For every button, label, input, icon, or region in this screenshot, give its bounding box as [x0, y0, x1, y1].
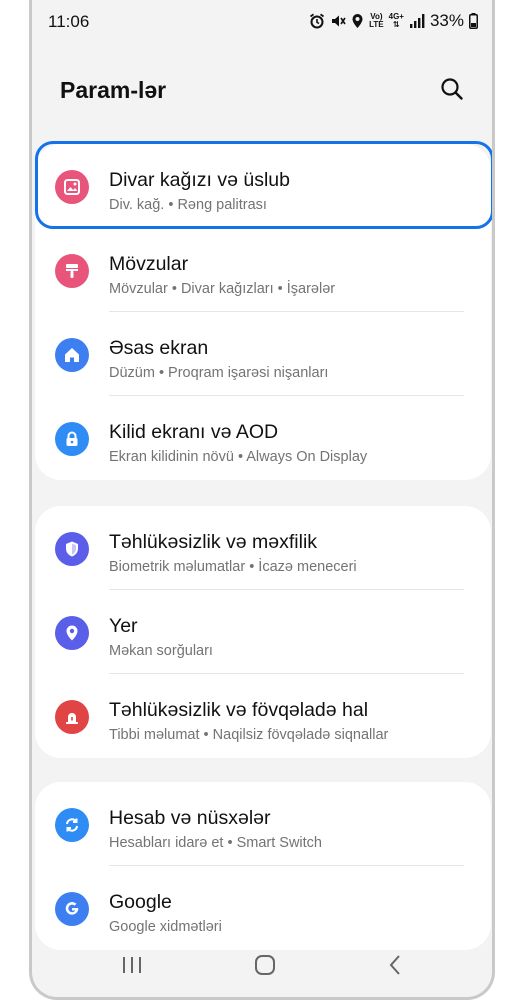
item-subtitle: Tibbi məlumat • Naqilsiz fövqəladə siqna…	[109, 727, 389, 743]
item-subtitle: Mövzular • Divar kağızları • İşarələr	[109, 281, 336, 297]
mute-icon	[330, 13, 346, 29]
sync-icon	[55, 808, 89, 842]
lock-icon	[55, 422, 89, 456]
status-icons: Vo) LTE 4G+ ⇅ 33%	[309, 11, 478, 31]
settings-group-security: Təhlükəsizlik və məxfilik Biometrik məlu…	[35, 506, 491, 758]
page-title: Param-lər	[60, 77, 167, 103]
location-pin-icon	[55, 616, 89, 650]
phone-screen: 11:06 Vo) LTE 4G+ ⇅ 33% Param-lər Divar …	[29, 0, 495, 1000]
item-subtitle: Biometrik məlumatlar • İcazə meneceri	[109, 559, 357, 575]
item-title: Təhlükəsizlik və fövqəladə hal	[109, 699, 369, 721]
item-subtitle: Div. kağ. • Rəng palitrası	[109, 197, 267, 213]
back-button[interactable]	[377, 949, 413, 985]
signal-icon	[409, 14, 425, 28]
item-title: Təhlükəsizlik və məxfilik	[109, 531, 318, 553]
home-button-icon	[254, 954, 276, 981]
navigation-bar	[32, 937, 492, 997]
item-title: Hesab və nüsxələr	[109, 807, 271, 829]
volte-indicator: Vo) LTE	[369, 12, 384, 29]
search-button[interactable]	[438, 77, 466, 105]
settings-item-location[interactable]: Yer Məkan sorğuları	[35, 590, 491, 674]
item-subtitle: Hesabları idarə et • Smart Switch	[109, 835, 322, 851]
item-title: Divar kağızı və üslub	[109, 169, 290, 191]
item-title: Əsas ekran	[109, 337, 209, 359]
settings-item-wallpaper[interactable]: Divar kağızı və üslub Div. kağ. • Rəng p…	[35, 144, 491, 228]
item-subtitle: Məkan sorğuları	[109, 643, 213, 659]
item-subtitle: Düzüm • Proqram işarəsi nişanları	[109, 365, 329, 381]
settings-item-home-screen[interactable]: Əsas ekran Düzüm • Proqram işarəsi nişan…	[35, 312, 491, 396]
recents-icon	[121, 955, 143, 980]
shield-icon	[55, 532, 89, 566]
alarm-icon	[309, 13, 325, 29]
google-icon	[55, 892, 89, 926]
status-time: 11:06	[48, 12, 90, 31]
settings-item-security-privacy[interactable]: Təhlükəsizlik və məxfilik Biometrik məlu…	[35, 506, 491, 590]
item-subtitle: Google xidmətləri	[109, 919, 222, 935]
item-subtitle: Ekran kilidinin növü • Always On Display	[109, 449, 368, 465]
settings-item-lock-screen[interactable]: Kilid ekranı və AOD Ekran kilidinin növü…	[35, 396, 491, 480]
search-icon	[440, 77, 464, 106]
location-status-icon	[351, 13, 364, 29]
item-title: Google	[109, 891, 172, 913]
themes-icon	[55, 254, 89, 288]
status-bar: 11:06 Vo) LTE 4G+ ⇅ 33%	[32, 0, 492, 44]
emergency-icon	[55, 700, 89, 734]
item-title: Kilid ekranı və AOD	[109, 421, 279, 443]
item-title: Yer	[109, 615, 138, 637]
recents-button[interactable]	[114, 949, 150, 985]
item-title: Mövzular	[109, 253, 189, 275]
settings-group-accounts: Hesab və nüsxələr Hesabları idarə et • S…	[35, 782, 491, 950]
settings-item-emergency[interactable]: Təhlükəsizlik və fövqəladə hal Tibbi məl…	[35, 674, 491, 758]
home-button[interactable]	[247, 949, 283, 985]
battery-icon	[469, 13, 478, 29]
settings-group-display: Divar kağızı və üslub Div. kağ. • Rəng p…	[35, 144, 491, 480]
wallpaper-icon	[55, 170, 89, 204]
settings-item-themes[interactable]: Mövzular Mövzular • Divar kağızları • İş…	[35, 228, 491, 312]
mobile-data-indicator: 4G+ ⇅	[388, 12, 404, 29]
back-icon	[387, 954, 403, 981]
settings-item-accounts-backup[interactable]: Hesab və nüsxələr Hesabları idarə et • S…	[35, 782, 491, 866]
home-icon	[55, 338, 89, 372]
battery-level: 33%	[429, 11, 464, 30]
